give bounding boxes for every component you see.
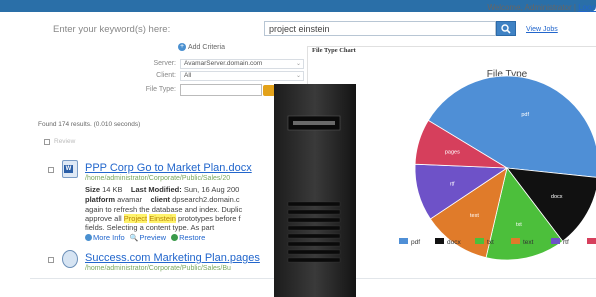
file-type-input[interactable]	[180, 84, 262, 96]
legend-label: txt	[487, 239, 494, 246]
client-select[interactable]: All ⌄	[180, 71, 304, 81]
result-snippet-2: approve all Project Einstein prototypes …	[85, 214, 241, 223]
result-checkbox[interactable]	[48, 257, 54, 263]
size-label: Size	[85, 185, 101, 194]
legend-label: text	[523, 239, 534, 246]
more-info-link[interactable]: More Info	[85, 233, 125, 242]
server-label: Server:	[153, 60, 176, 67]
pie-slice-label: pages	[445, 150, 460, 156]
keyword-label: Enter your keyword(s) here:	[53, 24, 171, 35]
legend-swatch	[511, 238, 520, 244]
magnifier-icon: 🔍	[129, 234, 139, 242]
client-meta-value: dpsearch2.domain.c	[172, 195, 240, 204]
legend-swatch	[587, 238, 596, 244]
pie-slice-label: txt	[516, 222, 522, 228]
client-value: All	[184, 72, 192, 79]
size-value: 14 KB	[102, 185, 123, 194]
file-type-label: File Type:	[145, 86, 176, 93]
pie-slice-label: rtf	[450, 181, 455, 187]
server-select[interactable]: AvamarServer.domain.com ⌄	[180, 59, 304, 69]
server-tower-illustration	[272, 84, 358, 297]
restore-label: Restore	[179, 233, 206, 242]
result-snippet-3: fields. Selecting a content type. As par…	[85, 223, 215, 232]
search-icon	[501, 23, 511, 34]
preview-label: Preview	[139, 233, 167, 242]
platform-value: avamar	[117, 195, 143, 204]
legend-label: rtf	[563, 239, 569, 246]
modified-value: Sun, 16 Aug 200	[183, 185, 240, 194]
review-label: Review	[54, 138, 76, 145]
chevron-down-icon: ⌄	[295, 61, 301, 67]
legend-label: pdf	[411, 239, 420, 246]
snippet-text: prototypes before f	[175, 214, 241, 223]
pie-slice-label: text	[470, 213, 479, 219]
chevron-down-icon: ⌄	[295, 73, 301, 79]
legend-swatch	[399, 238, 408, 244]
info-icon	[85, 234, 92, 241]
legend-swatch	[435, 238, 444, 244]
legend-label: docx	[447, 239, 461, 246]
result-title-link[interactable]: Success.com Marketing Plan.pages	[85, 252, 260, 264]
welcome-text: Welcome, Administrator | Logo	[487, 3, 596, 12]
modified-label: Last Modified:	[130, 185, 182, 194]
result-meta-platform: platform avamar client dpsearch2.domain.…	[85, 195, 240, 204]
restore-link[interactable]: Restore	[171, 233, 205, 242]
add-criteria-label: Add Criteria	[188, 43, 225, 51]
client-meta-label: client	[150, 195, 171, 204]
view-jobs-link[interactable]: View Jobs	[526, 26, 558, 33]
highlight-term: Project	[123, 214, 148, 223]
server-value: AvamarServer.domain.com	[184, 60, 263, 67]
welcome-label: Welcome, Administrator |	[487, 3, 576, 12]
result-actions: More Info 🔍 Preview Restore	[85, 233, 205, 242]
result-snippet-1: again to refresh the database and index.…	[85, 205, 243, 214]
client-label: Client:	[156, 72, 176, 79]
result-meta-size: Size 14 KB Last Modified: Sun, 16 Aug 20…	[85, 185, 239, 194]
word-document-icon: W	[62, 160, 78, 178]
results-count: Found 174 results. (0.010 seconds)	[38, 121, 141, 128]
result-path: /home/administrator/Corporate/Public/Sal…	[85, 265, 231, 272]
legend-swatch	[551, 238, 560, 244]
keyword-search-input[interactable]	[264, 21, 496, 36]
search-button[interactable]	[496, 21, 516, 36]
result-checkbox[interactable]	[48, 167, 54, 173]
review-all-checkbox[interactable]	[44, 138, 50, 145]
snippet-text: approve all	[85, 214, 124, 223]
legend-swatch	[475, 238, 484, 244]
pie-slice-label: pdf	[521, 112, 529, 118]
more-info-label: More Info	[93, 233, 125, 242]
add-criteria-button[interactable]: + Add Criteria	[178, 43, 225, 51]
result-title-link[interactable]: PPP Corp Go to Market Plan.docx	[85, 162, 252, 174]
platform-label: platform	[85, 195, 115, 204]
restore-icon	[171, 234, 179, 241]
preview-link[interactable]: 🔍 Preview	[130, 233, 166, 242]
highlight-term: Einstein	[149, 214, 176, 223]
review-row: Review	[44, 138, 75, 145]
pages-document-icon	[62, 250, 78, 268]
result-path: /home/administrator/Corporate/Public/Sal…	[85, 175, 231, 182]
pie-slice-label: docx	[551, 194, 563, 200]
logout-link[interactable]: Logo	[578, 3, 596, 12]
plus-icon: +	[178, 43, 186, 51]
